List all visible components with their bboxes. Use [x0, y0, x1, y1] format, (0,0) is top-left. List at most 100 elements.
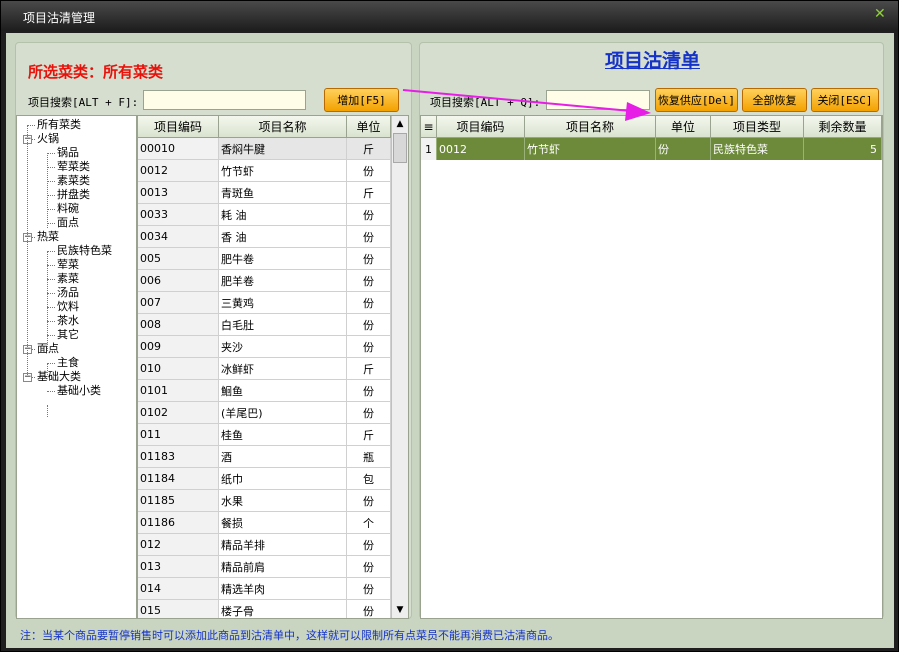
- row-unit: 份: [347, 600, 391, 618]
- table-row[interactable]: 0034 香 油份: [138, 226, 391, 248]
- tree-connector: [47, 251, 55, 252]
- row-name: 纸巾: [219, 468, 347, 489]
- table-row[interactable]: 0033 耗 油份: [138, 204, 391, 226]
- row-code: 01185: [138, 490, 219, 511]
- table-row[interactable]: 010 冰鲜虾斤: [138, 358, 391, 380]
- tree-node[interactable]: 热菜: [37, 230, 59, 244]
- tree-node[interactable]: 荤菜: [57, 258, 79, 272]
- row-unit: 份: [347, 402, 391, 423]
- row-unit: 份: [347, 226, 391, 247]
- col-header-code[interactable]: 项目编码: [138, 116, 219, 137]
- scroll-thumb[interactable]: [393, 133, 407, 163]
- col-header-unit[interactable]: 单位: [656, 116, 711, 137]
- table-row[interactable]: 01186 餐损个: [138, 512, 391, 534]
- tree-node[interactable]: 其它: [57, 328, 79, 342]
- row-code: 0012: [437, 138, 525, 160]
- row-name: 香焖牛腱: [219, 138, 347, 159]
- item-selection-panel: 所选菜类：所有菜类 项目搜索[ALT + F]: 增加[F5] 所有菜类 火锅 − 锅…: [15, 42, 412, 619]
- row-unit: 份: [347, 292, 391, 313]
- tree-node[interactable]: 主食: [57, 356, 79, 370]
- row-name: 竹节虾: [219, 160, 347, 181]
- right-search-input[interactable]: [546, 90, 650, 110]
- row-unit: 份: [347, 336, 391, 357]
- footer-note: 注：当某个商品要暂停销售时可以添加此商品到沽清单中，这样就可以限制所有点菜员不能…: [20, 629, 559, 642]
- tree-node[interactable]: 荤菜类: [57, 160, 90, 174]
- table-row[interactable]: 0101 鮰鱼份: [138, 380, 391, 402]
- tree-connector: [47, 209, 55, 210]
- item-grid-scrollbar[interactable]: ▲ ▼: [391, 116, 408, 618]
- row-unit: 斤: [347, 424, 391, 445]
- row-name: 夹沙: [219, 336, 347, 357]
- row-unit: 份: [347, 160, 391, 181]
- table-row[interactable]: 00010 香焖牛腱斤: [138, 138, 391, 160]
- col-header-code[interactable]: 项目编码: [437, 116, 525, 137]
- table-row[interactable]: 008 白毛肚份: [138, 314, 391, 336]
- col-header-remaining[interactable]: 剩余数量: [804, 116, 882, 137]
- table-row[interactable]: 0013 青斑鱼斤: [138, 182, 391, 204]
- close-button[interactable]: 关闭[ESC]: [811, 88, 879, 112]
- scroll-up-icon[interactable]: ▲: [392, 116, 408, 132]
- col-header-name[interactable]: 项目名称: [525, 116, 656, 137]
- table-row[interactable]: 005 肥牛卷份: [138, 248, 391, 270]
- close-icon[interactable]: ✕: [874, 6, 888, 24]
- table-row[interactable]: 011 桂鱼斤: [138, 424, 391, 446]
- table-row[interactable]: 007 三黄鸡份: [138, 292, 391, 314]
- tree-node[interactable]: 汤品: [57, 286, 79, 300]
- table-row[interactable]: 013 精品前肩份: [138, 556, 391, 578]
- table-row[interactable]: 006 肥羊卷份: [138, 270, 391, 292]
- restore-all-button[interactable]: 全部恢复: [742, 88, 807, 112]
- row-unit: 份: [347, 380, 391, 401]
- tree-node[interactable]: 锅品: [57, 146, 79, 160]
- category-tree[interactable]: 所有菜类 火锅 − 锅品 荤菜类 素菜类 拼盘类 料碗 面点 热菜 − 民族特色菜 荤菜 素菜 汤品 饮料 茶水…: [16, 115, 137, 619]
- table-row[interactable]: 014 精选羊肉份: [138, 578, 391, 600]
- col-header-type[interactable]: 项目类型: [711, 116, 804, 137]
- table-row[interactable]: 009 夹沙份: [138, 336, 391, 358]
- table-row[interactable]: 1 0012 竹节虾 份 民族特色菜 5: [421, 138, 882, 160]
- restore-supply-button[interactable]: 恢复供应[Del]: [655, 88, 738, 112]
- clearance-grid-header: ≡ 项目编码 项目名称 单位 项目类型 剩余数量: [421, 116, 882, 138]
- client-area: 所选菜类：所有菜类 项目搜索[ALT + F]: 增加[F5] 所有菜类 火锅 − 锅…: [6, 33, 894, 648]
- tree-guide-line: [47, 405, 48, 417]
- tree-node[interactable]: 基础小类: [57, 384, 101, 398]
- table-row[interactable]: 0012 竹节虾份: [138, 160, 391, 182]
- scroll-down-icon[interactable]: ▼: [392, 602, 408, 618]
- tree-node[interactable]: 面点: [57, 216, 79, 230]
- tree-node[interactable]: 所有菜类: [37, 118, 81, 132]
- tree-node[interactable]: 素菜类: [57, 174, 90, 188]
- tree-node[interactable]: 素菜: [57, 272, 79, 286]
- row-name: 精品羊排: [219, 534, 347, 555]
- grid-menu-icon[interactable]: ≡: [421, 116, 437, 137]
- table-row[interactable]: 0102 (羊尾巴) 份: [138, 402, 391, 424]
- tree-node[interactable]: 基础大类: [37, 370, 81, 384]
- tree-node[interactable]: 民族特色菜: [57, 244, 112, 258]
- row-code: 013: [138, 556, 219, 577]
- tree-node[interactable]: 面点: [37, 342, 59, 356]
- table-row[interactable]: 015 楼子骨份: [138, 600, 391, 618]
- clearance-grid[interactable]: ≡ 项目编码 项目名称 单位 项目类型 剩余数量 1 0012 竹节虾 份 民族…: [420, 115, 883, 619]
- row-unit: 份: [347, 248, 391, 269]
- item-grid[interactable]: 项目编码 项目名称 单位 00010 香焖牛腱斤 0012 竹节虾份 0013 青斑鱼斤 0…: [137, 115, 409, 619]
- tree-node[interactable]: 拼盘类: [57, 188, 90, 202]
- row-unit: 个: [347, 512, 391, 533]
- row-code: 015: [138, 600, 219, 618]
- table-row[interactable]: 01184 纸巾包: [138, 468, 391, 490]
- tree-node[interactable]: 茶水: [57, 314, 79, 328]
- tree-node[interactable]: 饮料: [57, 300, 79, 314]
- tree-node[interactable]: 火锅: [37, 132, 59, 146]
- tree-connector: [47, 181, 55, 182]
- tree-connector: [47, 279, 55, 280]
- row-name: 三黄鸡: [219, 292, 347, 313]
- tree-node[interactable]: 料碗: [57, 202, 79, 216]
- row-code: 011: [138, 424, 219, 445]
- table-row[interactable]: 01185 水果份: [138, 490, 391, 512]
- title-bar[interactable]: 项目沽清管理 ✕: [1, 1, 898, 31]
- row-name: (羊尾巴): [219, 402, 347, 423]
- add-button[interactable]: 增加[F5]: [324, 88, 399, 112]
- left-search-input[interactable]: [143, 90, 306, 110]
- col-header-unit[interactable]: 单位: [347, 116, 391, 137]
- table-row[interactable]: 012 精品羊排份: [138, 534, 391, 556]
- row-unit: 份: [347, 204, 391, 225]
- table-row[interactable]: 01183 酒瓶: [138, 446, 391, 468]
- row-code: 012: [138, 534, 219, 555]
- col-header-name[interactable]: 项目名称: [219, 116, 347, 137]
